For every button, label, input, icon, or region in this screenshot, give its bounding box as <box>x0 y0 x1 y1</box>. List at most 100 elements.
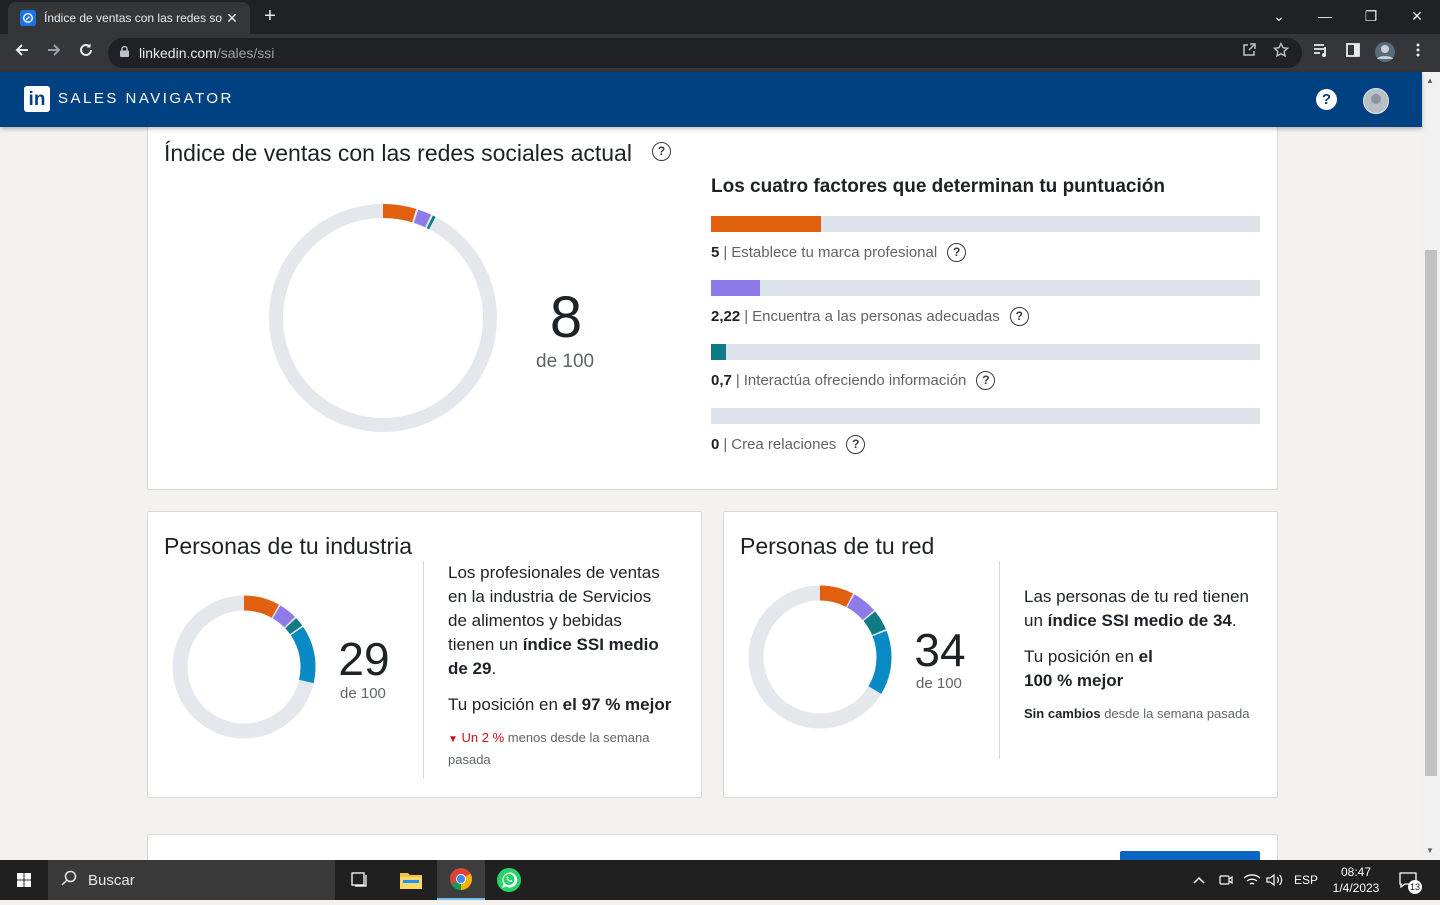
scroll-up-arrow-icon[interactable]: ▲ <box>1426 76 1434 85</box>
down-arrow-icon: ▼ <box>448 734 458 745</box>
media-control-icon[interactable] <box>1309 41 1333 65</box>
industry-description: Los profesionales de ventas en la indust… <box>448 561 688 681</box>
side-panel-icon[interactable] <box>1341 41 1365 65</box>
network-desc-line: un índice SSI medio de 34. <box>1024 609 1264 633</box>
url-text: linkedin.com/sales/ssi <box>139 45 274 61</box>
close-window-button[interactable]: ✕ <box>1394 0 1440 34</box>
factor-bar-fill <box>711 280 760 296</box>
ssi-help-icon[interactable]: ? <box>652 142 671 161</box>
volume-icon[interactable] <box>1266 860 1284 900</box>
browser-menu-icon[interactable] <box>1406 41 1430 65</box>
factor-bar-engage <box>711 344 1260 360</box>
factor-name: Encuentra a las personas adecuadas <box>752 308 1000 325</box>
scrollbar-thumb[interactable] <box>1425 250 1437 776</box>
brand-name[interactable]: SALES NAVIGATOR <box>58 90 234 107</box>
windows-start-icon[interactable] <box>0 860 48 900</box>
factor-name: Establece tu marca profesional <box>731 244 938 261</box>
user-avatar[interactable] <box>1363 88 1389 114</box>
next-card-button[interactable] <box>1120 851 1260 860</box>
chevron-up-icon[interactable] <box>1192 860 1206 900</box>
tab-close-icon[interactable]: ✕ <box>222 10 242 27</box>
help-icon[interactable]: ? <box>1316 89 1337 110</box>
factor-help-icon[interactable]: ? <box>947 243 967 262</box>
reload-icon[interactable] <box>74 41 98 65</box>
bookmark-star-icon[interactable] <box>1270 41 1292 62</box>
factor-value: 0 <box>711 436 720 453</box>
minimize-button[interactable]: — <box>1302 0 1348 34</box>
network-desc-text: . <box>1231 611 1237 630</box>
network-rank: Tu posición en el 100 % mejor <box>1024 645 1264 693</box>
url-path: /sales/ssi <box>216 45 275 61</box>
factor-help-icon[interactable]: ? <box>1009 307 1029 326</box>
factor-name: Crea relaciones <box>731 436 837 453</box>
file-explorer-icon[interactable] <box>387 860 435 900</box>
linkedin-logo[interactable]: in <box>24 86 50 112</box>
industry-rank-value: el 97 % mejor <box>562 695 672 714</box>
address-bar[interactable]: linkedin.com/sales/ssi <box>108 38 1302 68</box>
factor-bar-relationships <box>711 408 1260 424</box>
industry-rank: Tu posición en el 97 % mejor <box>448 693 698 717</box>
network-score-max: de 100 <box>916 675 962 692</box>
clock[interactable]: 08:47 1/4/2023 <box>1326 860 1386 900</box>
factor-label-find-people: 2,22 | Encuentra a las personas adecuadas … <box>711 307 1029 326</box>
network-rank-line: 100 % mejor <box>1024 669 1264 693</box>
network-title: Personas de tu red <box>740 533 935 559</box>
notification-count: 13 <box>1408 880 1422 894</box>
taskbar-search[interactable]: Buscar <box>48 860 335 900</box>
network-change: Sin cambios desde la semana pasada <box>1024 704 1269 724</box>
factor-value: 5 <box>711 244 720 261</box>
back-arrow-icon[interactable] <box>10 41 34 65</box>
forward-arrow-icon[interactable] <box>42 41 66 65</box>
chrome-icon[interactable] <box>437 860 485 900</box>
network-change-value: Sin cambios <box>1024 706 1101 721</box>
network-rank-value: 100 % mejor <box>1024 671 1124 690</box>
restore-button[interactable]: ❐ <box>1348 0 1394 34</box>
industry-change-text: pasada <box>448 752 491 767</box>
search-icon <box>60 869 78 891</box>
share-icon[interactable] <box>1238 42 1260 61</box>
industry-title: Personas de tu industria <box>164 533 413 559</box>
whatsapp-icon[interactable] <box>485 860 533 900</box>
lock-icon <box>120 45 129 60</box>
network-change-text: desde la semana pasada <box>1100 706 1250 721</box>
tab-search-icon[interactable]: ⌄ <box>1256 0 1302 34</box>
network-desc-text: un <box>1024 611 1048 630</box>
industry-desc-line: de alimentos y bebidas <box>448 611 622 630</box>
network-description: Las personas de tu red tienen un índice … <box>1024 585 1264 633</box>
tab-title: Índice de ventas con las redes so <box>44 11 222 25</box>
browser-tab[interactable]: Índice de ventas con las redes so ✕ <box>8 2 250 34</box>
factor-bar-fill <box>711 344 727 360</box>
donut-track <box>269 204 497 432</box>
industry-desc-line: Los profesionales de ventas <box>448 563 660 582</box>
meet-now-icon[interactable] <box>1218 860 1234 900</box>
divider <box>423 561 424 779</box>
factor-label-relationships: 0 | Crea relaciones ? <box>711 435 866 454</box>
scroll-down-arrow-icon[interactable]: ▼ <box>1426 846 1434 855</box>
industry-rank-text: Tu posición en <box>448 695 563 714</box>
factor-bar-fill <box>711 216 821 232</box>
site-favicon-icon <box>20 10 36 26</box>
industry-change-text: menos desde la semana <box>504 730 650 745</box>
new-tab-button[interactable]: + <box>258 4 282 28</box>
ssi-donut-chart <box>269 204 497 432</box>
page-scrollbar[interactable]: ▲ ▼ <box>1422 72 1440 860</box>
network-score: 34 <box>914 624 966 676</box>
network-desc-line: Las personas de tu red tienen <box>1024 587 1249 606</box>
language-indicator[interactable]: ESP <box>1294 860 1318 900</box>
industry-desc-emphasis: de 29 <box>448 659 492 678</box>
profile-avatar[interactable] <box>1373 41 1397 65</box>
network-rank-line: Tu posición en el <box>1024 645 1264 669</box>
task-view-icon[interactable] <box>336 860 384 900</box>
ssi-score: 8 <box>549 285 583 350</box>
browser-toolbar: linkedin.com/sales/ssi <box>0 34 1440 72</box>
wifi-icon[interactable] <box>1243 860 1261 900</box>
factor-help-icon[interactable]: ? <box>846 435 866 454</box>
industry-change: ▼ Un 2 % menos desde la semana pasada <box>448 728 688 770</box>
industry-desc-text: tienen un <box>448 635 523 654</box>
ssi-title: Índice de ventas con las redes sociales … <box>164 140 632 166</box>
factor-help-icon[interactable]: ? <box>976 371 996 390</box>
industry-change-value: Un 2 % <box>461 730 505 745</box>
notification-icon[interactable]: 13 <box>1398 860 1422 900</box>
network-rank-value: el <box>1138 647 1153 666</box>
industry-score: 29 <box>338 633 390 685</box>
